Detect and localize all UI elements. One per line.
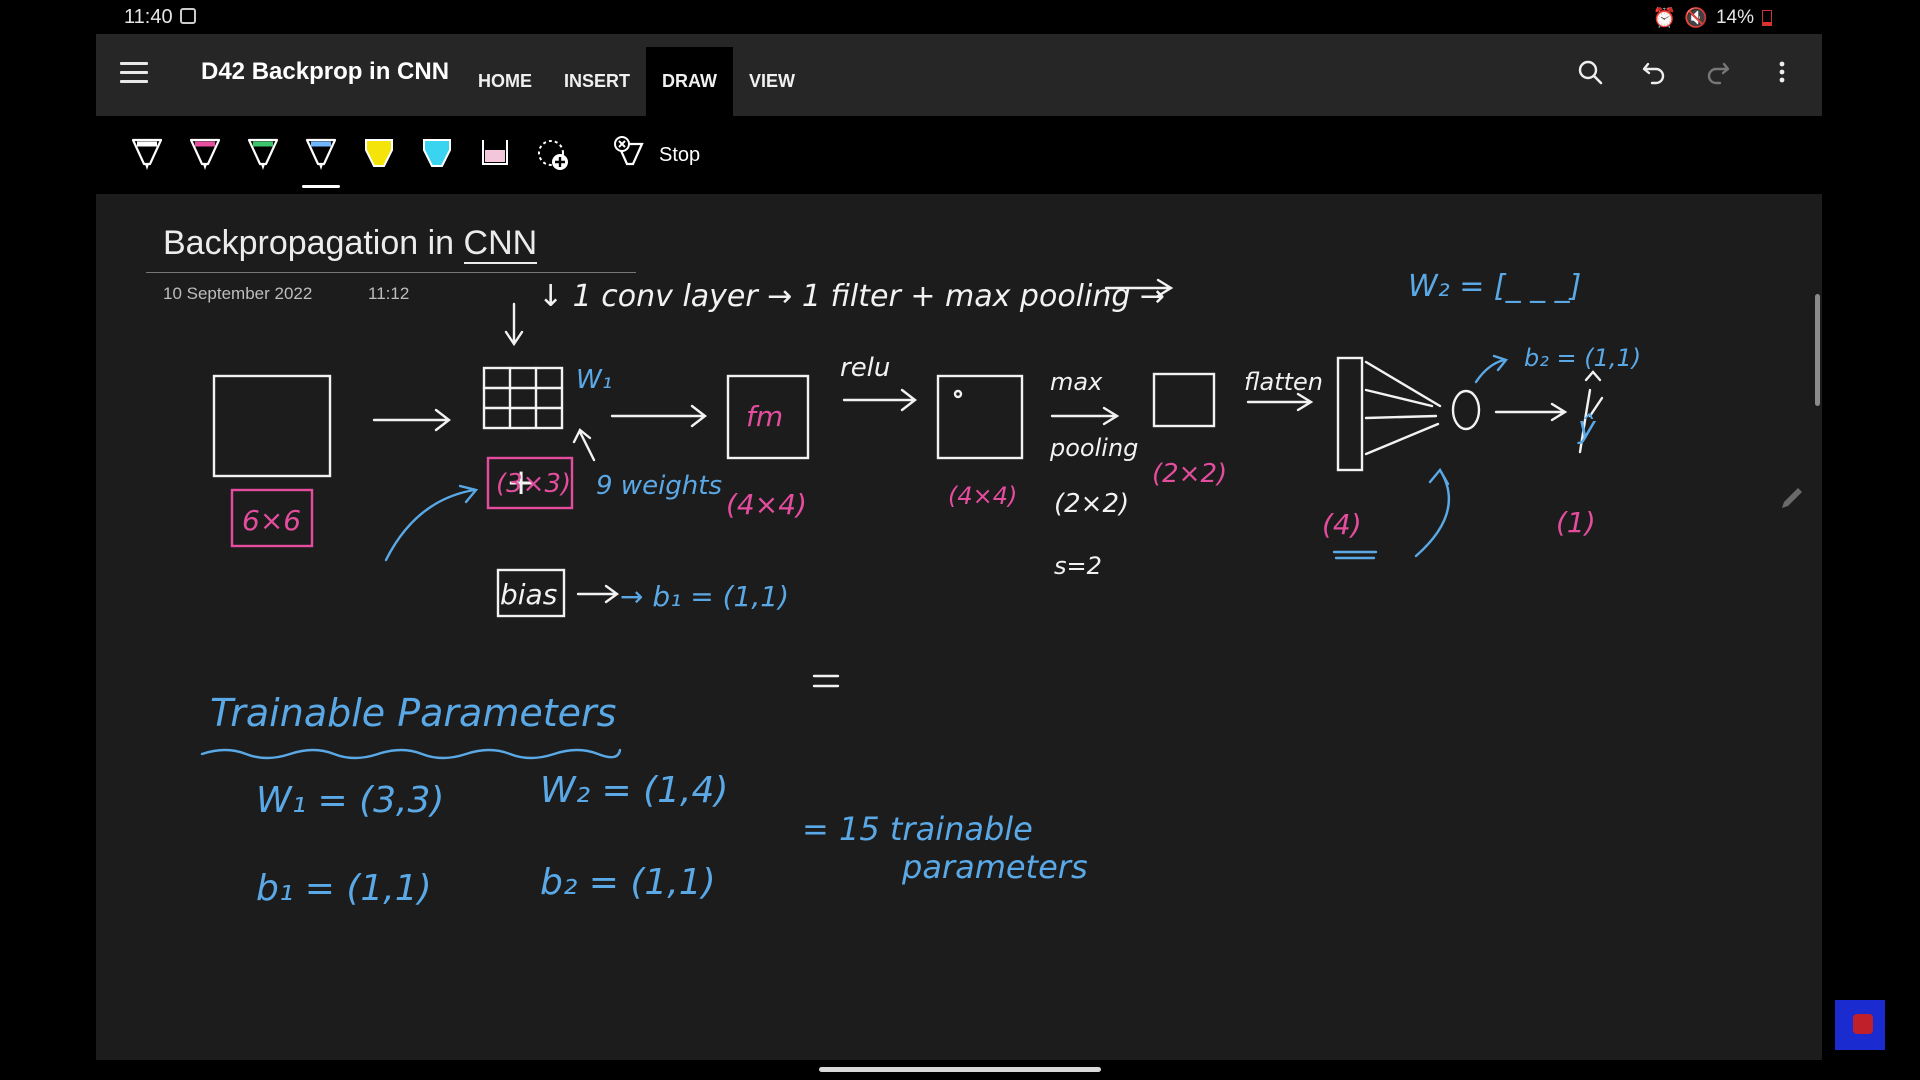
redo-icon[interactable] (1702, 56, 1734, 88)
stop-drawing-icon[interactable] (612, 136, 646, 172)
relu-label: relu (840, 353, 890, 383)
status-bar: 11:40 ⏰ 🔇 14% (0, 0, 1920, 34)
handwritten-ink: ↓ 1 conv layer → 1 filter + max pooling … (200, 269, 1641, 909)
stop-button[interactable]: Stop (659, 144, 700, 167)
header-note: ↓ 1 conv layer → 1 filter + max pooling … (538, 279, 1165, 314)
arrow-2 (610, 404, 707, 428)
battery-icon (1762, 10, 1772, 26)
title-actions (1574, 56, 1798, 88)
trainable-title: Trainable Parameters (210, 691, 616, 735)
alarm-icon: ⏰ (1652, 8, 1677, 29)
flatten-underline (1332, 550, 1378, 560)
b1-note: → b₁ = (1,1) (620, 580, 789, 613)
b1-equation: b₁ = (1,1) (256, 868, 432, 909)
mute-icon: 🔇 (1684, 8, 1708, 29)
white-pen-icon[interactable] (130, 136, 164, 172)
stride-label: s=2 (1054, 552, 1102, 580)
cyan-highlighter-icon[interactable] (420, 136, 454, 172)
flatten-label: flatten (1244, 368, 1323, 396)
w1-equation: W₁ = (3,3) (256, 780, 444, 821)
conv-box-label: fm (746, 400, 783, 433)
ribbon-tabs: HOME INSERT DRAW VIEW (462, 47, 811, 116)
screenshot-icon (180, 8, 196, 24)
home-indicator[interactable] (819, 1067, 1101, 1072)
total-line-1: = 15 trainable (802, 810, 1033, 848)
pool-window-label: (2×2) (1054, 489, 1129, 519)
more-options-icon[interactable] (1766, 56, 1798, 88)
pink-pen-icon[interactable] (188, 136, 222, 172)
pink-highlighter-icon[interactable] (478, 136, 512, 172)
b2-label: b₂ = (1,1) (1524, 344, 1641, 372)
undo-icon[interactable] (1638, 56, 1670, 88)
tab-home[interactable]: HOME (462, 47, 548, 116)
status-time: 11:40 (124, 6, 173, 28)
document-title: D42 Backprop in CNN (201, 58, 450, 85)
battery-level: 14% (1715, 7, 1754, 28)
tab-insert[interactable]: INSERT (548, 47, 646, 116)
pencil-icon[interactable] (1778, 484, 1806, 512)
menu-icon[interactable] (120, 62, 148, 84)
bias-arrow (384, 484, 479, 562)
vertical-scrollbar[interactable] (1815, 294, 1820, 406)
max-label: max (1050, 368, 1103, 396)
conv-size-label: (4×4) (726, 488, 807, 521)
w1-label: W₁ (576, 365, 612, 395)
title-bar: D42 Backprop in CNN HOME INSERT DRAW VIE… (96, 34, 1822, 116)
search-icon[interactable] (1574, 56, 1606, 88)
onenote-window: D42 Backprop in CNN HOME INSERT DRAW VIE… (96, 34, 1822, 1060)
flat-size-label: (4) (1322, 508, 1362, 541)
b2-equation: b₂ = (1,1) (540, 862, 716, 903)
w2-vector-label: W₂ = [_ _ _] (1408, 269, 1581, 304)
w2-equation: W₂ = (1,4) (540, 770, 728, 811)
output-size-label: (1) (1556, 506, 1596, 539)
y-hat-label: ŷ (1577, 411, 1597, 446)
input-size-label: 6×6 (242, 504, 301, 537)
relu-size-label: (4×4) (948, 482, 1017, 510)
weights-note: 9 weights (596, 471, 722, 501)
status-indicators: ⏰ 🔇 14% (1653, 6, 1772, 30)
pool-size-label: (2×2) (1152, 459, 1227, 489)
total-line-2: parameters (901, 848, 1088, 886)
filter-size-label: (3×3) (496, 469, 571, 499)
filter-grid (482, 366, 564, 430)
weights-arrow (572, 428, 596, 462)
green-pen-icon[interactable] (246, 136, 280, 172)
floating-thumbnail[interactable] (1835, 1000, 1885, 1050)
flatten-vector (1336, 356, 1364, 472)
draw-toolbar: Stop (96, 116, 1822, 194)
relu-output-box (936, 374, 1024, 460)
blue-pen-icon[interactable] (302, 136, 340, 188)
trainable-underline (200, 748, 622, 760)
tab-draw[interactable]: DRAW (646, 47, 734, 116)
pooling-label: pooling (1049, 434, 1138, 462)
note-canvas[interactable]: Backpropagation in CNN 10 September 2022… (96, 194, 1822, 1060)
bias-box-label: bias (500, 578, 557, 611)
output-neuron (1451, 389, 1481, 431)
add-pen-icon[interactable] (536, 136, 570, 172)
arrow-1 (372, 408, 451, 432)
input-box (212, 374, 332, 478)
b2-arrow (1414, 467, 1451, 558)
tab-view[interactable]: VIEW (733, 47, 811, 116)
pool-output-box (1152, 372, 1216, 428)
yellow-highlighter-icon[interactable] (362, 136, 396, 172)
